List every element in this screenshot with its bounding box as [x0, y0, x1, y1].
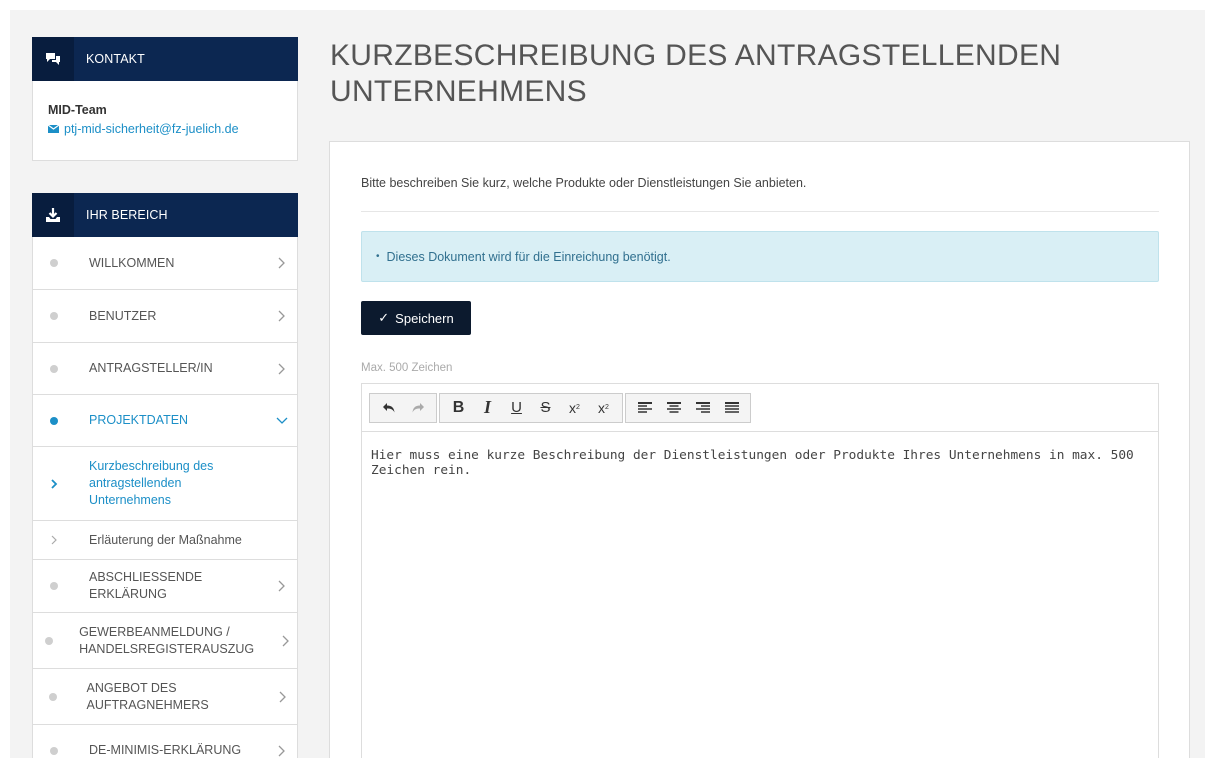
- contact-email-text: ptj-mid-sicherheit@fz-juelich.de: [64, 122, 239, 136]
- subnav-item-label: Erläuterung der Maßnahme: [89, 532, 242, 547]
- superscript-icon[interactable]: x2: [560, 394, 589, 422]
- area-card-header: IHR BEREICH: [32, 193, 298, 237]
- format-group: B I U S x2 x2: [439, 392, 623, 423]
- status-dot: [48, 692, 57, 701]
- align-justify-icon[interactable]: [717, 394, 746, 422]
- subnav-item-erlaeuterung[interactable]: Erläuterung der Maßnahme: [33, 520, 297, 559]
- chevron-right-icon: [267, 580, 297, 592]
- bullet-icon: •: [376, 251, 380, 262]
- alert-text: Dieses Dokument wird für die Einreichung…: [386, 249, 671, 264]
- chevron-right-icon: [269, 691, 297, 703]
- nav-item-angebot[interactable]: ANGEBOT DES AUFTRAGNEHMERS: [33, 668, 297, 724]
- align-right-icon[interactable]: [688, 394, 717, 422]
- status-dot: [45, 636, 54, 645]
- chevron-right-icon: [33, 447, 75, 520]
- divider: [361, 211, 1159, 212]
- nav-item-willkommen[interactable]: WILLKOMMEN: [33, 237, 297, 289]
- info-alert: • Dieses Dokument wird für die Einreichu…: [361, 231, 1159, 282]
- status-dot: [50, 746, 58, 755]
- envelope-icon: [48, 125, 59, 133]
- subnav-item-label: Kurzbeschreibung des antragstellenden Un…: [89, 459, 214, 507]
- nav-item-label: GEWERBEANMELDUNG / HANDELSREGISTERAUSZUG: [79, 624, 255, 656]
- area-nav: WILLKOMMEN BENUTZER ANTRAGSTELLER/IN PRO…: [32, 237, 298, 758]
- nav-item-projektdaten[interactable]: PROJEKTDATEN: [33, 394, 297, 446]
- chevron-right-icon: [274, 635, 297, 647]
- editor-textarea[interactable]: Hier muss eine kurze Beschreibung der Di…: [362, 432, 1158, 494]
- rich-text-editor: B I U S x2 x2 Hier muss eine kurze Besch…: [361, 383, 1159, 758]
- contact-email-link[interactable]: ptj-mid-sicherheit@fz-juelich.de: [48, 122, 297, 136]
- strikethrough-icon[interactable]: S: [531, 394, 560, 422]
- status-dot: [50, 259, 58, 267]
- chevron-right-icon: [33, 521, 75, 559]
- chevron-down-icon: [267, 417, 297, 425]
- subscript-icon[interactable]: x2: [589, 394, 618, 422]
- underline-icon[interactable]: U: [502, 394, 531, 422]
- status-dot: [50, 312, 58, 320]
- nav-item-label: ANGEBOT DES AUFTRAGNEHMERS: [86, 680, 209, 712]
- nav-item-label: DE-MINIMIS-ERKLÄRUNG: [89, 743, 242, 757]
- save-button-label: Speichern: [395, 310, 454, 326]
- chevron-right-icon: [267, 257, 297, 269]
- save-button[interactable]: ✓ Speichern: [361, 301, 471, 335]
- subnav-item-kurzbeschreibung[interactable]: Kurzbeschreibung des antragstellenden Un…: [33, 446, 297, 520]
- download-tray-icon: [32, 193, 74, 237]
- content-panel: Bitte beschreiben Sie kurz, welche Produ…: [329, 141, 1190, 758]
- redo-icon[interactable]: [403, 394, 432, 422]
- nav-item-label: WILLKOMMEN: [89, 255, 175, 270]
- nav-item-gewerbeanmeldung[interactable]: GEWERBEANMELDUNG / HANDELSREGISTERAUSZUG: [33, 612, 297, 668]
- page-title: KURZBESCHREIBUNG DES ANTRAGSTELLENDEN UN…: [330, 39, 1062, 108]
- nav-item-label: PROJEKTDATEN: [89, 413, 189, 427]
- chat-bubbles-icon: [32, 37, 74, 81]
- checkmark-icon: ✓: [378, 310, 390, 325]
- nav-item-benutzer[interactable]: BENUTZER: [33, 289, 297, 342]
- status-dot: [50, 582, 58, 590]
- chevron-right-icon: [267, 363, 297, 375]
- status-dot: [50, 416, 58, 425]
- chevron-right-icon: [267, 310, 297, 322]
- nav-item-label: ANTRAGSTELLER/IN: [89, 361, 213, 375]
- max-chars-hint: Max. 500 Zeichen: [361, 362, 453, 374]
- nav-item-label: BENUTZER: [89, 308, 157, 323]
- contact-card-body: MID-Team ptj-mid-sicherheit@fz-juelich.d…: [32, 81, 298, 161]
- nav-item-label: ABSCHLIESSENDE ERKLÄRUNG: [89, 570, 203, 601]
- italic-icon[interactable]: I: [473, 394, 502, 422]
- nav-item-abschliessende-erklaerung[interactable]: ABSCHLIESSENDE ERKLÄRUNG: [33, 559, 297, 612]
- contact-heading: KONTAKT: [86, 52, 145, 66]
- status-dot: [50, 364, 58, 373]
- align-left-icon[interactable]: [630, 394, 659, 422]
- nav-item-antragsteller[interactable]: ANTRAGSTELLER/IN: [33, 342, 297, 394]
- undo-icon[interactable]: [374, 394, 403, 422]
- align-center-icon[interactable]: [659, 394, 688, 422]
- area-heading: IHR BEREICH: [86, 208, 168, 222]
- editor-toolbar: B I U S x2 x2: [362, 384, 1158, 432]
- history-group: [369, 392, 437, 423]
- chevron-right-icon: [267, 745, 297, 757]
- contact-team-name: MID-Team: [48, 103, 107, 117]
- intro-text: Bitte beschreiben Sie kurz, welche Produ…: [361, 176, 807, 190]
- bold-icon[interactable]: B: [444, 394, 473, 422]
- align-group: [625, 392, 751, 423]
- contact-card-header: KONTAKT: [32, 37, 298, 81]
- nav-item-de-minimis[interactable]: DE-MINIMIS-ERKLÄRUNG: [33, 724, 297, 758]
